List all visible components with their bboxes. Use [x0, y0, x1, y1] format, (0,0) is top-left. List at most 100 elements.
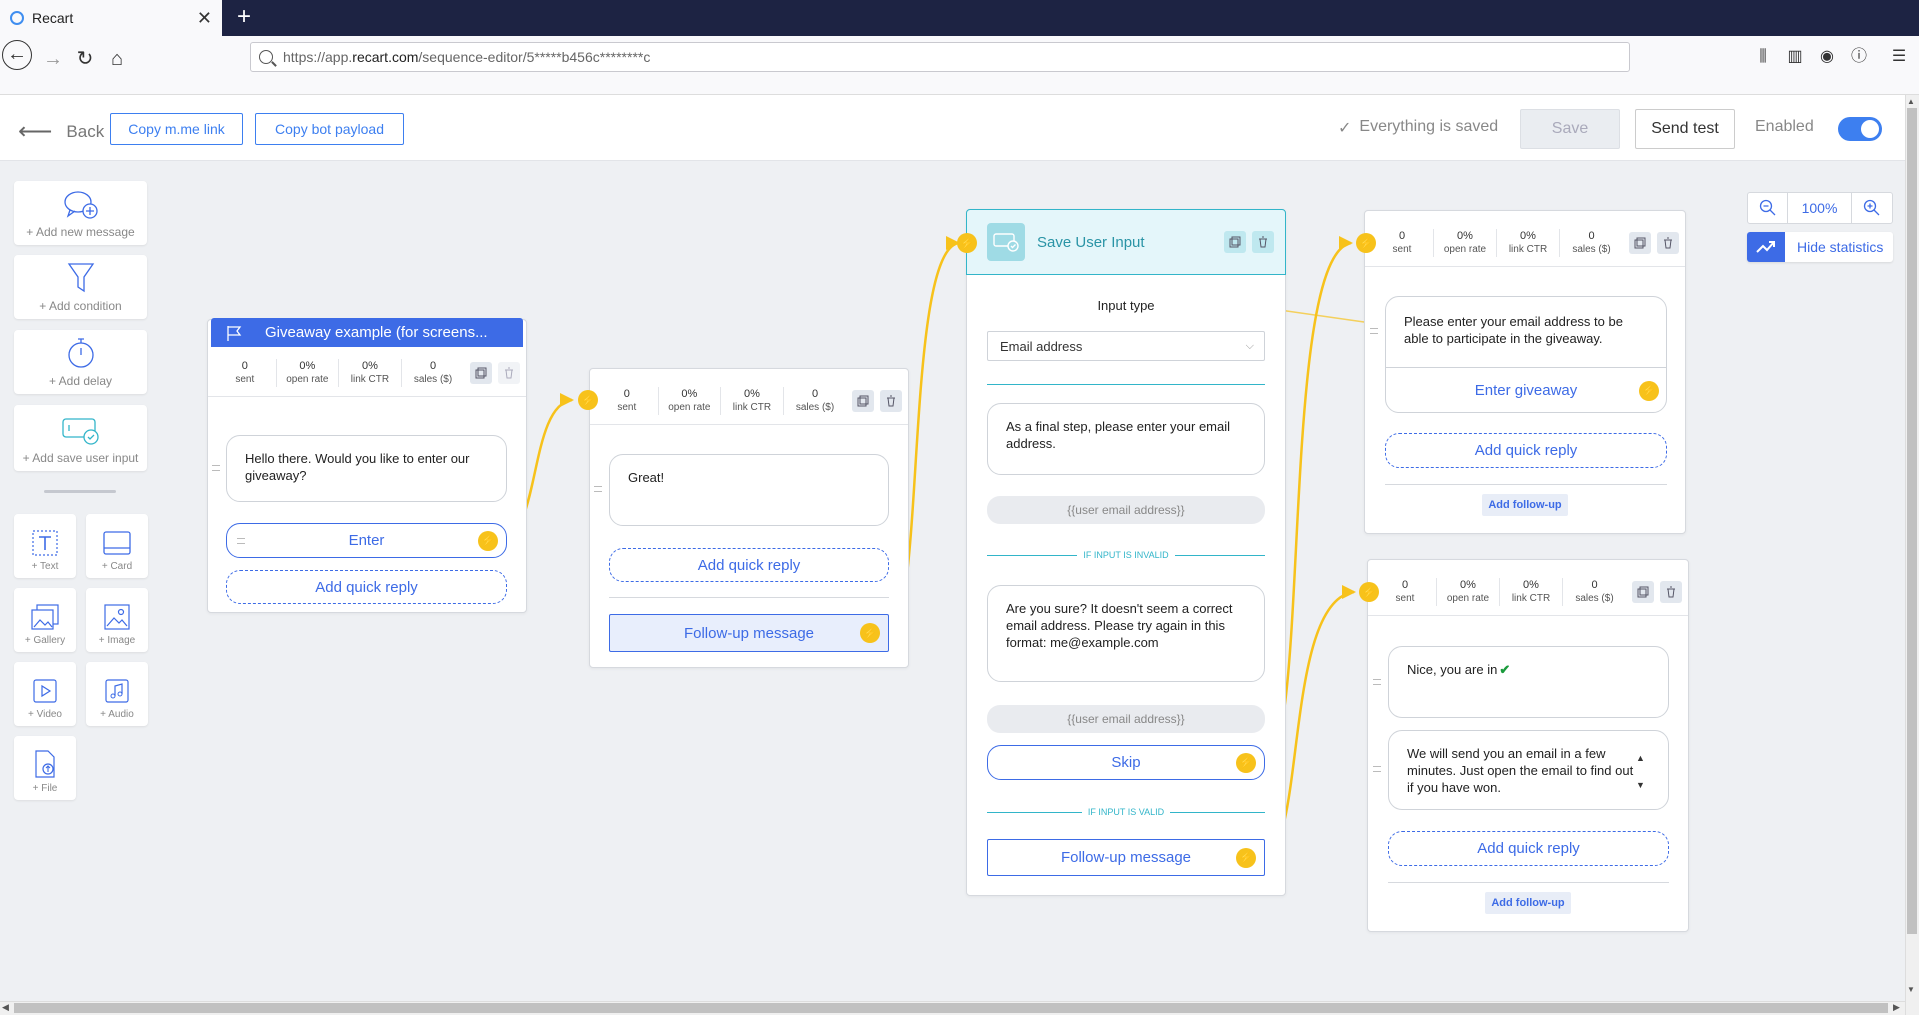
scroll-left-icon[interactable]: ◀ [2, 1002, 9, 1013]
enter-giveaway-button[interactable]: Enter giveaway ⚡ [1385, 368, 1667, 413]
save-input-title: Save User Input [1037, 233, 1145, 251]
input-type-label: Input type [1097, 298, 1155, 313]
scroll-arrows-icon[interactable]: ▲ ▼ [1636, 745, 1645, 799]
input-type-select[interactable]: Email address ⌵ [987, 331, 1265, 361]
invalid-message-bubble[interactable]: Are you sure? It doesn't seem a correct … [987, 585, 1265, 682]
save-input-icon [987, 223, 1025, 261]
zoom-controls: 100% [1747, 192, 1893, 224]
duplicate-icon[interactable] [470, 361, 493, 384]
drag-handle-icon[interactable] [1373, 679, 1381, 685]
stat-open-value: 0% [1460, 578, 1476, 591]
bolt-icon[interactable]: ⚡ [957, 233, 977, 253]
duplicate-icon[interactable] [1629, 231, 1651, 254]
stat-ctr-label: link CTR [1511, 592, 1551, 604]
stat-sales-label: sales ($) [413, 373, 453, 385]
hide-statistics-button[interactable]: Hide statistics [1747, 232, 1893, 262]
duplicate-icon[interactable] [1632, 580, 1654, 603]
message-bubble[interactable]: We will send you an email in a few minut… [1388, 730, 1669, 810]
add-followup-button[interactable]: Add follow-up [1482, 494, 1568, 516]
message-bubble[interactable]: Nice, you are in ✔ [1388, 646, 1669, 718]
trend-chart-icon [1747, 232, 1785, 262]
stat-sent-label: sent [1392, 243, 1412, 255]
stat-sent-value: 0 [1398, 229, 1406, 242]
scroll-down-icon[interactable]: ▼ [1907, 985, 1915, 994]
quick-reply-enter[interactable]: Enter ⚡ [226, 523, 507, 558]
stat-sales-value: 0 [429, 359, 437, 372]
duplicate-icon[interactable] [852, 389, 875, 412]
followup-label: Follow-up message [1060, 849, 1192, 866]
stat-sales-value: 0 [811, 387, 819, 400]
trash-icon[interactable] [1660, 580, 1682, 603]
add-quick-reply-button[interactable]: Add quick reply [609, 548, 889, 582]
card4-stats: 0 sent 0% open rate 0% link CTR 0 sales ($) [1365, 219, 1685, 267]
message-bubble[interactable]: Please enter your email address to be ab… [1386, 297, 1666, 367]
horizontal-scroll-thumb[interactable] [14, 1003, 1888, 1013]
stat-ctr-value: 0% [1520, 229, 1536, 242]
zoom-out-icon[interactable] [1748, 193, 1788, 223]
message-bubble[interactable]: Hello there. Would you like to enter our… [226, 435, 507, 502]
stat-sent-label: sent [1395, 592, 1415, 604]
stat-sent-label: sent [617, 401, 637, 413]
bolt-icon[interactable]: ⚡ [1639, 380, 1659, 401]
stat-ctr-value: 0% [743, 387, 760, 400]
zoom-in-icon[interactable] [1852, 193, 1892, 223]
drag-handle-icon[interactable] [1373, 766, 1381, 772]
followup-label: Follow-up message [683, 624, 815, 642]
stat-open-label: open rate [286, 373, 329, 385]
drag-handle-icon[interactable] [237, 538, 245, 544]
stat-open-label: open rate [668, 401, 711, 413]
hide-statistics-label: Hide statistics [1797, 239, 1884, 255]
if-invalid-label: IF INPUT IS INVALID [1083, 550, 1169, 560]
followup-message-button[interactable]: Follow-up message ⚡ [609, 614, 889, 652]
stat-sent-value: 0 [241, 359, 248, 372]
stat-open-label: open rate [1443, 243, 1487, 255]
add-followup-button[interactable]: Add follow-up [1485, 892, 1571, 914]
bolt-icon[interactable]: ⚡ [1236, 752, 1256, 773]
bolt-icon[interactable]: ⚡ [478, 530, 498, 551]
stat-sent-label: sent [235, 373, 255, 385]
stat-ctr-value: 0% [361, 359, 378, 372]
quick-reply-label: Enter [348, 532, 385, 549]
bolt-icon[interactable]: ⚡ [860, 623, 880, 643]
duplicate-icon[interactable] [1224, 231, 1246, 253]
drag-handle-icon[interactable] [594, 486, 602, 492]
zoom-level: 100% [1788, 193, 1852, 223]
skip-button[interactable]: Skip ⚡ [987, 745, 1265, 780]
enter-giveaway-label: Enter giveaway [1474, 382, 1578, 399]
arrow-head-icon [1339, 236, 1353, 250]
drag-handle-icon[interactable] [1370, 328, 1378, 334]
trash-icon[interactable] [498, 361, 520, 384]
message-bubble[interactable]: Great! [609, 454, 889, 526]
stat-open-label: open rate [1446, 592, 1490, 604]
bolt-icon[interactable]: ⚡ [1356, 233, 1376, 253]
start-card-header[interactable]: Giveaway example (for screens... [211, 318, 523, 347]
add-quick-reply-button[interactable]: Add quick reply [226, 570, 507, 604]
scroll-up-icon[interactable]: ▲ [1907, 97, 1915, 106]
bolt-icon[interactable]: ⚡ [1359, 582, 1379, 602]
card5-stats: 0 sent 0% open rate 0% link CTR 0 sales ($) [1368, 568, 1688, 616]
chevron-down-icon: ⌵ [1245, 339, 1254, 352]
if-valid-separator: IF INPUT IS VALID [987, 807, 1265, 817]
trash-icon[interactable] [1252, 231, 1274, 253]
stat-sales-label: sales ($) [1572, 243, 1611, 255]
stat-ctr-label: link CTR [732, 401, 772, 413]
card-divider [1385, 484, 1667, 485]
message-text: Nice, you are in [1407, 662, 1498, 677]
input-type-value: Email address [1000, 338, 1083, 354]
add-quick-reply-button[interactable]: Add quick reply [1388, 831, 1669, 866]
drag-handle-icon[interactable] [212, 465, 220, 471]
stat-ctr-label: link CTR [350, 373, 390, 385]
stat-sales-label: sales ($) [795, 401, 835, 413]
arrow-head-icon [560, 393, 574, 407]
prompt-message-bubble[interactable]: As a final step, please enter your email… [987, 403, 1265, 475]
trash-icon[interactable] [880, 389, 902, 412]
bolt-icon[interactable]: ⚡ [578, 390, 598, 410]
trash-icon[interactable] [1657, 231, 1679, 254]
followup-message-button[interactable]: Follow-up message ⚡ [987, 839, 1265, 876]
scroll-right-icon[interactable]: ▶ [1893, 1002, 1900, 1013]
bolt-icon[interactable]: ⚡ [1236, 847, 1256, 868]
variable-pill: {{user email address}} [987, 496, 1265, 524]
card-divider [609, 597, 889, 598]
vertical-scroll-thumb[interactable] [1907, 108, 1917, 934]
add-quick-reply-button[interactable]: Add quick reply [1385, 433, 1667, 468]
